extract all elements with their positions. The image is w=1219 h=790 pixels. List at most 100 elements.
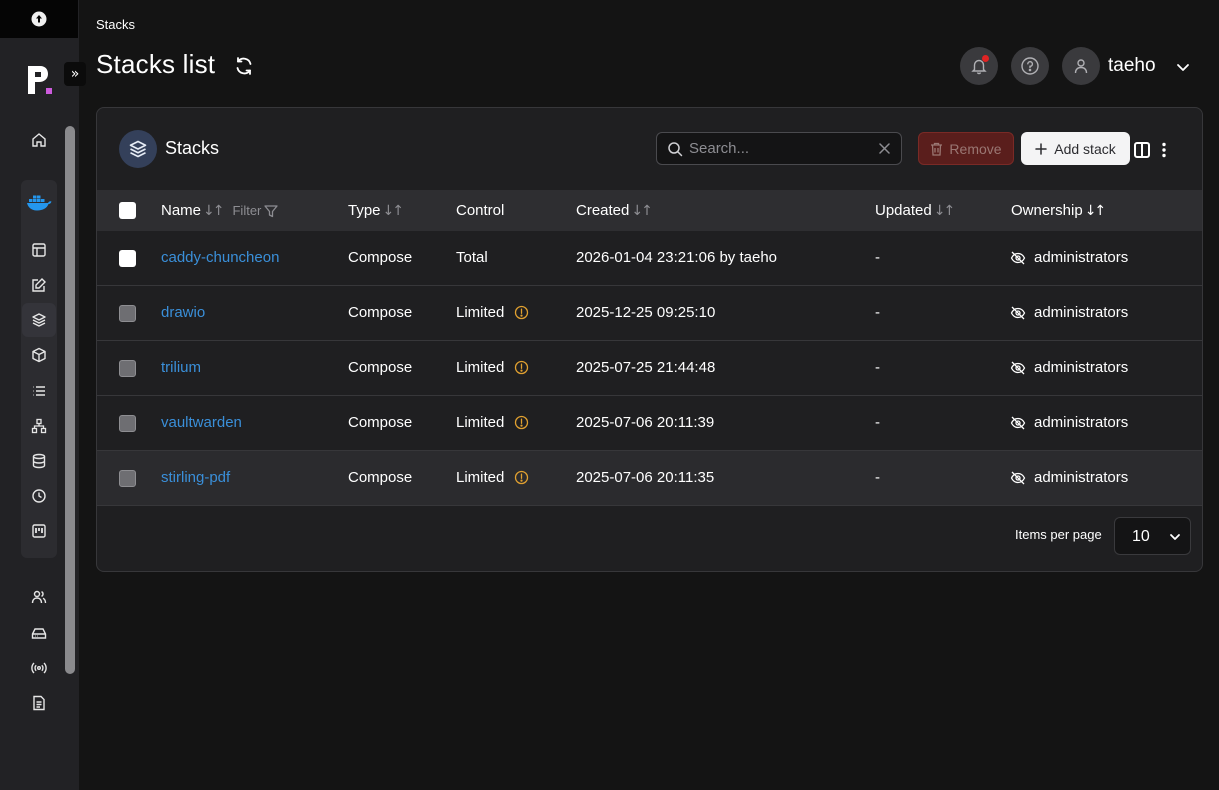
table-header: Name ↓↑ Filter Type ↓↑ Control Created ↓…	[97, 190, 1202, 231]
notifications-button[interactable]	[960, 47, 998, 85]
row-checkbox[interactable]	[119, 305, 136, 322]
clear-search-icon[interactable]	[878, 142, 891, 155]
column-header-updated-label: Updated	[875, 202, 932, 219]
select-all-checkbox[interactable]	[119, 202, 136, 219]
items-per-page-label: Items per page	[1015, 527, 1102, 542]
row-checkbox[interactable]	[119, 360, 136, 377]
sort-icon[interactable]: ↓↑	[1085, 203, 1107, 219]
warning-icon[interactable]	[514, 305, 529, 320]
column-header-created[interactable]: Created ↓↑	[576, 202, 653, 219]
sort-icon[interactable]: ↓↑	[383, 203, 405, 219]
sidebar-item-list[interactable]	[22, 374, 56, 408]
stack-created: 2025-07-25 21:44:48	[576, 359, 716, 376]
sidebar-expand-button[interactable]: »	[64, 62, 86, 86]
column-header-updated[interactable]: Updated ↓↑	[875, 202, 956, 219]
sidebar-item-environments[interactable]	[22, 616, 56, 650]
upgrade-icon[interactable]	[31, 11, 47, 27]
sort-icon[interactable]: ↓↑	[631, 203, 653, 219]
warning-icon[interactable]	[514, 415, 529, 430]
chevron-down-icon[interactable]	[1174, 58, 1192, 76]
table-row[interactable]: trilium Compose Limited 2025-07-25 21:44…	[97, 341, 1202, 396]
sidebar-scrollbar[interactable]	[65, 126, 75, 674]
stack-updated: -	[875, 304, 880, 321]
table-row[interactable]: caddy-chuncheon Compose Total 2026-01-04…	[97, 231, 1202, 286]
username[interactable]: taeho	[1108, 55, 1156, 77]
help-button[interactable]	[1011, 47, 1049, 85]
edit-icon	[32, 278, 46, 292]
add-stack-button[interactable]: Add stack	[1021, 132, 1130, 165]
clock-icon	[32, 489, 46, 503]
sidebar-item-logs[interactable]	[22, 686, 56, 720]
stack-control: Limited	[456, 469, 505, 486]
sidebar-item-volumes[interactable]	[22, 444, 56, 478]
stack-created: 2025-07-06 20:11:39	[576, 414, 715, 431]
items-per-page-select[interactable]: 10	[1114, 517, 1191, 555]
warning-icon[interactable]	[514, 470, 529, 485]
stack-name-link[interactable]: trilium	[161, 359, 201, 376]
columns-icon[interactable]	[1133, 141, 1151, 159]
sidebar-item-edge[interactable]	[22, 651, 56, 685]
sidebar-top-bar	[0, 0, 78, 38]
column-header-name[interactable]: Name ↓↑ Filter	[161, 202, 279, 219]
sort-icon[interactable]: ↓↑	[203, 203, 225, 219]
list-icon	[33, 386, 45, 396]
stack-type: Compose	[348, 414, 413, 431]
sidebar-item-home[interactable]	[22, 123, 56, 157]
stack-created: 2025-12-25 09:25:10	[576, 304, 716, 321]
stack-name-link[interactable]: stirling-pdf	[161, 469, 230, 486]
search-icon	[668, 142, 683, 157]
add-stack-button-label: Add stack	[1054, 140, 1116, 157]
templates-icon	[32, 243, 46, 257]
column-header-name-label: Name	[161, 202, 202, 219]
sidebar-item-networks[interactable]	[22, 409, 56, 443]
eye-off-icon	[1010, 251, 1026, 265]
sidebar-item-stacks[interactable]	[22, 303, 56, 337]
filter-button[interactable]: Filter	[232, 203, 279, 218]
notification-dot	[982, 55, 989, 62]
sidebar-item-docker[interactable]	[22, 185, 56, 219]
stack-updated: -	[875, 414, 880, 431]
warning-icon[interactable]	[514, 360, 529, 375]
refresh-icon[interactable]	[233, 55, 255, 77]
document-icon	[33, 695, 45, 711]
row-checkbox[interactable]	[119, 415, 136, 432]
stack-control: Limited	[456, 359, 505, 376]
eye-off-icon	[1010, 361, 1026, 375]
sort-icon[interactable]: ↓↑	[934, 203, 956, 219]
sidebar-item-host[interactable]	[22, 514, 56, 548]
filter-label: Filter	[232, 203, 262, 218]
sidebar: »	[0, 0, 86, 790]
column-header-ownership[interactable]: Ownership ↓↑	[1011, 202, 1107, 219]
stacks-icon	[129, 140, 147, 158]
network-icon	[31, 418, 47, 434]
broadcast-icon	[31, 662, 47, 674]
column-header-type[interactable]: Type ↓↑	[348, 202, 405, 219]
sidebar-item-events[interactable]	[22, 479, 56, 513]
sidebar-item-containers[interactable]	[22, 338, 56, 372]
stack-ownership: administrators	[1034, 414, 1129, 431]
table-row[interactable]: vaultwarden Compose Limited 2025-07-06 2…	[97, 396, 1202, 451]
remove-button[interactable]: Remove	[918, 132, 1014, 165]
table-row[interactable]: stirling-pdf Compose Limited 2025-07-06 …	[97, 451, 1202, 506]
row-checkbox[interactable]	[119, 250, 136, 267]
stack-name-link[interactable]: caddy-chuncheon	[161, 249, 279, 266]
search-input[interactable]	[689, 133, 869, 164]
containers-icon	[32, 347, 46, 363]
user-avatar[interactable]	[1062, 47, 1100, 85]
user-icon	[1074, 59, 1088, 74]
sidebar-item-templates[interactable]	[22, 268, 56, 302]
table-row[interactable]: drawio Compose Limited 2025-12-25 09:25:…	[97, 286, 1202, 341]
breadcrumb[interactable]: Stacks	[96, 17, 135, 32]
more-options-icon[interactable]	[1157, 141, 1171, 159]
row-checkbox[interactable]	[119, 470, 136, 487]
stack-name-link[interactable]: drawio	[161, 304, 205, 321]
stacks-panel: Stacks Remove Add stack Name ↓↑ Filter T…	[96, 107, 1203, 572]
trash-icon	[931, 142, 943, 156]
eye-off-icon	[1010, 306, 1026, 320]
stack-type: Compose	[348, 249, 413, 266]
portainer-logo[interactable]	[26, 64, 56, 96]
stack-name-link[interactable]: vaultwarden	[161, 414, 242, 431]
plus-icon	[1035, 142, 1047, 155]
sidebar-item-dashboard[interactable]	[22, 233, 56, 267]
sidebar-item-users[interactable]	[22, 580, 56, 614]
